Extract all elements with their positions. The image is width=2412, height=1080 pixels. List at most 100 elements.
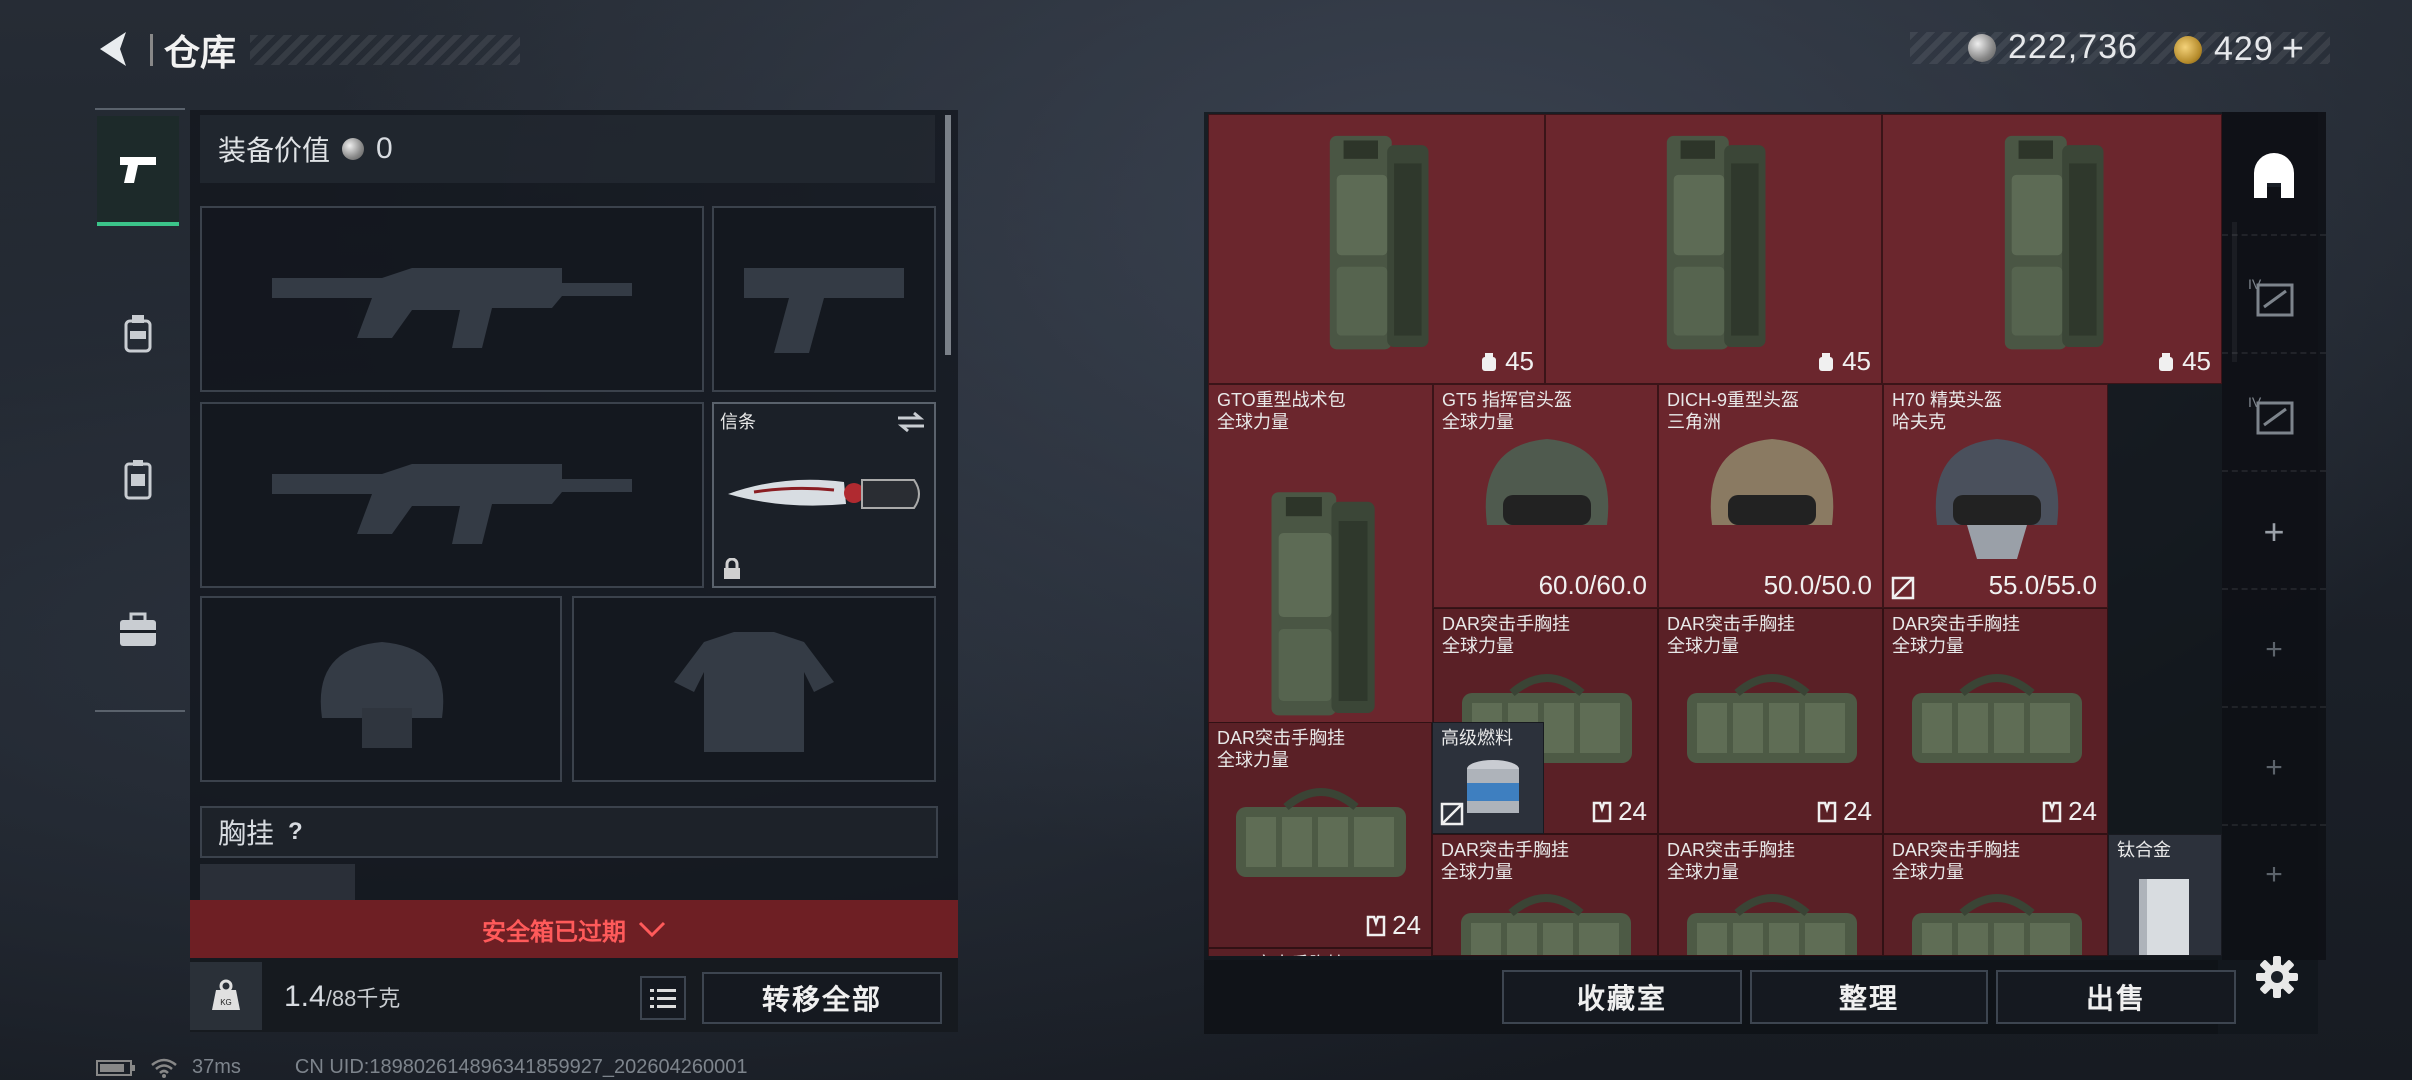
safe-box-expired-banner[interactable]: 安全箱已过期 — [190, 900, 958, 958]
chest-rig-image — [1911, 674, 2082, 763]
item-name: 钛合金 — [2117, 840, 2171, 860]
helmet-silhouette-icon — [320, 642, 444, 748]
plus-icon: + — [2265, 858, 2283, 891]
currency-triangle[interactable]: 429 + — [2174, 28, 2305, 71]
chest-rig-icon — [1817, 801, 1837, 822]
collection-room-button[interactable]: 收藏室 — [1502, 970, 1742, 1024]
stash-item[interactable]: DAR突击手胸挂 全球力量 24 — [1883, 608, 2108, 834]
wifi-icon — [151, 1058, 177, 1078]
item-subtitle: 全球力量 — [1441, 862, 1513, 882]
item-stat: 24 — [2042, 796, 2097, 827]
add-stash-tab-4[interactable]: + — [2222, 830, 2326, 920]
weight-readout: 1.4 /88千克 — [284, 980, 400, 1014]
melee-slot[interactable]: 信条 — [712, 402, 936, 588]
back-button[interactable] — [92, 26, 138, 72]
chest-rig-label: 胸挂 — [218, 818, 275, 849]
stash-item[interactable]: DAR突击手胸挂 全球力量 — [1432, 834, 1658, 956]
tab-gear[interactable] — [97, 280, 179, 390]
add-stash-tab-3[interactable]: + — [2222, 712, 2326, 826]
tab-backpack[interactable] — [97, 425, 179, 535]
triangle-coin-amount: 429 — [2214, 30, 2274, 68]
chest-rig-icon — [1366, 915, 1386, 936]
pistol-slot[interactable] — [712, 206, 936, 392]
plus-icon: + — [2265, 633, 2283, 666]
unsellable-icon — [1891, 576, 1915, 600]
coin-amount: 222,736 — [2008, 28, 2138, 66]
stash-tab-main[interactable] — [2222, 122, 2326, 236]
backpack-image — [2004, 136, 2104, 350]
capacity-icon — [1482, 352, 1497, 371]
settings-button[interactable] — [2254, 954, 2300, 1000]
stash-item[interactable]: DICH-9重型头盔 三角洲 50.0/50.0 — [1658, 384, 1883, 608]
stash-item[interactable]: 45 — [1882, 114, 2222, 384]
item-stat: 45 — [1816, 346, 1871, 377]
tab-case[interactable] — [97, 575, 179, 685]
item-subtitle: 三角洲 — [1667, 412, 1721, 432]
add-stash-tab-1[interactable]: + — [2222, 476, 2326, 590]
fuel-can-image — [1467, 760, 1519, 813]
equipment-value: 0 — [376, 132, 393, 165]
stash-item[interactable]: DAR突击手胸挂 全球力量 24 — [1658, 608, 1883, 834]
stash-tab-4a[interactable]: IV — [2222, 240, 2326, 354]
equipment-value-label: 装备价值 — [218, 135, 331, 166]
stash-item[interactable]: 高级燃料 — [1432, 722, 1544, 834]
list-view-button[interactable] — [640, 976, 686, 1020]
secondary-weapon-slot[interactable] — [200, 402, 704, 588]
rifle-silhouette-icon — [272, 464, 632, 544]
sell-button[interactable]: 出售 — [1996, 970, 2236, 1024]
rifle-silhouette-icon — [272, 268, 632, 348]
organize-button[interactable]: 整理 — [1750, 970, 1988, 1024]
item-name: DICH-9重型头盔 — [1667, 390, 1800, 410]
chest-rig-header: 胸挂 ? — [200, 806, 938, 858]
stash-box-icon: IV — [2248, 394, 2294, 435]
armor-slot[interactable] — [572, 596, 936, 782]
stash-item[interactable]: 钛合金 — [2108, 834, 2222, 956]
plus-icon: + — [2265, 751, 2283, 784]
chest-rig-icon — [1592, 801, 1612, 822]
backpack-image — [1329, 136, 1428, 350]
stash-box-icon: IV — [2248, 276, 2294, 317]
stash-item[interactable]: DAR突击手胸挂 — [1208, 948, 1432, 956]
melee-label: 信条 — [720, 412, 756, 432]
item-name: 高级燃料 — [1441, 728, 1513, 748]
swap-icon[interactable] — [896, 410, 926, 434]
stash-item[interactable]: 45 — [1545, 114, 1882, 384]
chevron-down-icon — [638, 921, 666, 938]
pistol-icon — [120, 157, 156, 183]
chest-rig-slot[interactable] — [200, 864, 355, 904]
primary-weapon-slot[interactable] — [200, 206, 704, 392]
item-name: DAR突击手胸挂 — [1667, 840, 1796, 860]
svg-text:KG: KG — [220, 998, 232, 1007]
tab-weapons[interactable] — [97, 116, 179, 226]
helmet-image — [1935, 439, 2058, 559]
lock-icon — [724, 558, 740, 579]
backpack-image — [1666, 136, 1765, 350]
stash-item[interactable]: DAR突击手胸挂 全球力量 — [1883, 834, 2108, 956]
help-icon[interactable]: ? — [288, 818, 303, 846]
page-title: 仓库 — [164, 32, 237, 73]
helmet-slot[interactable] — [200, 596, 562, 782]
stash-item[interactable]: GT5 指挥官头盔 全球力量 60.0/60.0 — [1433, 384, 1658, 608]
ping-text: 37ms — [192, 1056, 241, 1078]
loadout-scrollbar[interactable] — [945, 115, 951, 355]
stash-item[interactable]: 45 — [1208, 114, 1545, 384]
item-stat: 45 — [2156, 346, 2211, 377]
item-stat: 24 — [1817, 796, 1872, 827]
item-subtitle: 哈夫克 — [1892, 412, 1946, 432]
gear-icon — [2256, 956, 2298, 998]
transfer-all-button[interactable]: 转移全部 — [702, 972, 942, 1024]
item-subtitle: 全球力量 — [1892, 636, 1964, 656]
stash-item[interactable]: DAR突击手胸挂 全球力量 — [1658, 834, 1883, 956]
item-subtitle: 全球力量 — [1892, 862, 1964, 882]
stash-item[interactable]: H70 精英头盔 哈夫克 55.0/55.0 — [1883, 384, 2108, 608]
pistol-silhouette-icon — [744, 268, 904, 353]
add-currency-icon[interactable]: + — [2282, 28, 2305, 71]
item-name: DAR突击手胸挂 — [1667, 614, 1796, 634]
stash-item[interactable]: DAR突击手胸挂 全球力量 24 — [1208, 722, 1432, 948]
item-subtitle: 全球力量 — [1667, 636, 1739, 656]
stash-tab-4b[interactable]: IV — [2222, 358, 2326, 472]
item-stat: 24 — [1592, 796, 1647, 827]
add-stash-tab-2[interactable]: + — [2222, 594, 2326, 708]
back-arrow-icon — [100, 32, 126, 66]
item-name: DAR突击手胸挂 — [1441, 840, 1570, 860]
